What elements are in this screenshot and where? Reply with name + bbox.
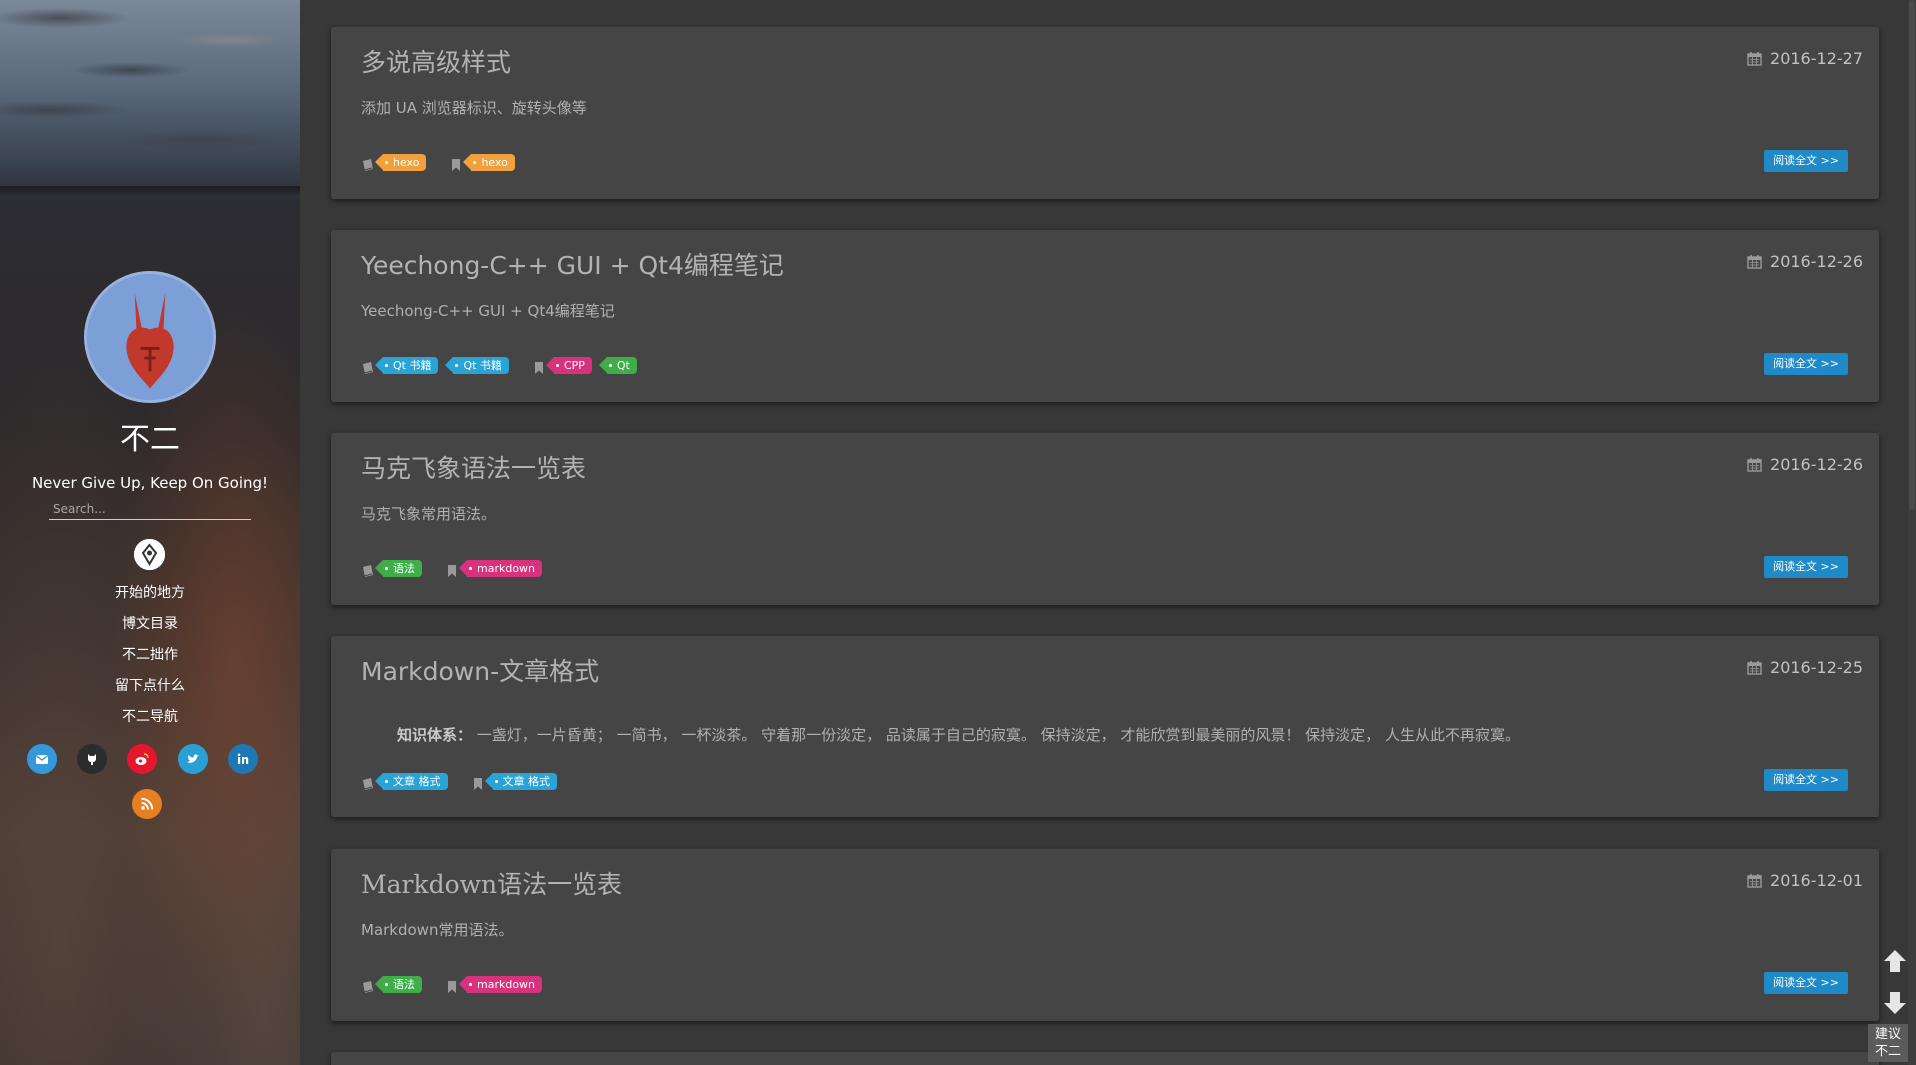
post-date-text: 2016-12-25 bbox=[1770, 658, 1863, 677]
mail-icon[interactable] bbox=[27, 744, 57, 774]
post-title[interactable]: Yeechong-C++ GUI + Qt4编程笔记 bbox=[361, 246, 784, 282]
scrollbar-thumb[interactable] bbox=[1909, 0, 1915, 510]
tag-label[interactable]: markdown bbox=[458, 559, 543, 577]
post-list: 多说高级样式 2016-12-27 添加 UA 浏览器标识、旋转头像等 hexo… bbox=[300, 0, 1916, 1065]
post-date-text: 2016-12-26 bbox=[1770, 252, 1863, 271]
github-icon[interactable] bbox=[77, 744, 107, 774]
scroll-bottom-icon[interactable] bbox=[1880, 988, 1910, 1018]
category-tag[interactable]: Qt 书籍 bbox=[445, 356, 509, 374]
tag-label[interactable]: 文章 格式 bbox=[484, 772, 557, 790]
post-excerpt: 添加 UA 浏览器标识、旋转头像等 bbox=[361, 99, 587, 117]
scroll-top-icon[interactable] bbox=[1880, 946, 1910, 976]
sidebar: 不二 Never Give Up, Keep On Going! 开始的地方 博… bbox=[0, 0, 300, 1065]
calendar-icon bbox=[1747, 52, 1762, 66]
bookmark-icon bbox=[452, 159, 461, 171]
post-title[interactable]: Markdown-文章格式 bbox=[361, 652, 599, 688]
post-date: 2016-12-27 bbox=[1747, 49, 1863, 68]
calendar-icon bbox=[1747, 874, 1762, 888]
book-icon bbox=[363, 362, 373, 374]
post-excerpt: 知识体系： 一盏灯，一片昏黄； 一简书， 一杯淡茶。 守着那一份淡定， 品读属于… bbox=[397, 724, 1520, 745]
post-meta: 文章 格式 文章 格式 bbox=[361, 771, 564, 791]
nav-menu: 开始的地方 博文目录 不二拙作 留下点什么 不二导航 bbox=[0, 582, 300, 737]
category-tag[interactable]: hexo bbox=[374, 153, 427, 171]
post-card: Markdown语法一览表 2016-12-01 Markdown常用语法。 语… bbox=[331, 849, 1879, 1021]
calendar-icon bbox=[1747, 255, 1762, 269]
search-input[interactable] bbox=[49, 498, 251, 520]
post-card: Yeechong-C++ GUI + Qt4编程笔记 2016-12-26 Ye… bbox=[331, 230, 1879, 402]
feedback-label-line2: 不二 bbox=[1874, 1044, 1901, 1059]
category-tag[interactable]: 文章 格式 bbox=[375, 772, 448, 790]
book-icon bbox=[363, 565, 373, 577]
feedback-button[interactable]: 建议 不二 bbox=[1868, 1024, 1908, 1062]
nav-item-navigation[interactable]: 不二导航 bbox=[0, 706, 300, 737]
twitter-icon[interactable] bbox=[178, 744, 208, 774]
linkedin-icon[interactable] bbox=[228, 744, 258, 774]
post-meta: 语法 markdown bbox=[361, 558, 549, 578]
rss-icon[interactable] bbox=[132, 789, 162, 819]
avatar[interactable] bbox=[84, 271, 216, 403]
social-links bbox=[0, 744, 300, 776]
post-title-text: Markdown-文章格式 bbox=[361, 657, 600, 686]
read-more-button[interactable]: 阅读全文 >> bbox=[1764, 353, 1848, 375]
calendar-icon bbox=[1747, 661, 1762, 675]
post-date: 2016-12-26 bbox=[1747, 455, 1863, 474]
post-title[interactable]: 多说高级样式 bbox=[361, 43, 511, 79]
post-meta: Qt 书籍 Qt 书籍 CPP Qt bbox=[361, 355, 644, 375]
book-icon bbox=[363, 159, 373, 171]
read-more-button[interactable]: 阅读全文 >> bbox=[1764, 769, 1848, 791]
post-excerpt: Markdown常用语法。 bbox=[361, 921, 514, 939]
post-date-text: 2016-12-26 bbox=[1770, 455, 1863, 474]
post-date-text: 2016-12-27 bbox=[1770, 49, 1863, 68]
post-excerpt: Yeechong-C++ GUI + Qt4编程笔记 bbox=[361, 302, 615, 320]
background-sky bbox=[0, 0, 300, 190]
calendar-icon bbox=[1747, 458, 1762, 472]
post-date-text: 2016-12-01 bbox=[1770, 871, 1863, 890]
tag-label[interactable]: Qt bbox=[598, 356, 637, 374]
bookmark-icon bbox=[448, 981, 456, 993]
post-excerpt-label: 知识体系： bbox=[397, 726, 473, 744]
read-more-button[interactable]: 阅读全文 >> bbox=[1764, 972, 1848, 994]
category-tag[interactable]: 语法 bbox=[375, 559, 422, 577]
bookmark-icon bbox=[473, 778, 482, 790]
read-more-button[interactable]: 阅读全文 >> bbox=[1764, 150, 1848, 172]
post-card: Markdown-文章格式 2016-12-25 知识体系： 一盏灯，一片昏黄；… bbox=[331, 636, 1879, 817]
post-meta: 语法 markdown bbox=[361, 974, 549, 994]
post-date: 2016-12-25 bbox=[1747, 658, 1863, 677]
post-title[interactable]: Markdown语法一览表 bbox=[361, 865, 622, 901]
avatar-image bbox=[87, 274, 213, 400]
tag-label[interactable]: markdown bbox=[458, 975, 543, 993]
scrollbar[interactable] bbox=[1908, 0, 1916, 1065]
post-meta: hexo hexo bbox=[361, 152, 522, 172]
post-date: 2016-12-01 bbox=[1747, 871, 1863, 890]
nav-item-works[interactable]: 不二拙作 bbox=[0, 644, 300, 675]
nav-item-archives[interactable]: 博文目录 bbox=[0, 613, 300, 644]
background-horizon bbox=[0, 186, 300, 196]
book-icon bbox=[363, 778, 373, 790]
post-card: 多说高级样式 2016-12-27 添加 UA 浏览器标识、旋转头像等 hexo… bbox=[331, 27, 1879, 199]
category-tag[interactable]: Qt 书籍 bbox=[374, 356, 439, 374]
post-title[interactable]: 马克飞象语法一览表 bbox=[361, 449, 586, 485]
post-excerpt: 马克飞象常用语法。 bbox=[361, 505, 497, 523]
post-card: 马克飞象语法一览表 2016-12-26 马克飞象常用语法。 语法 markdo… bbox=[331, 433, 1879, 605]
tag-label[interactable]: hexo bbox=[463, 153, 515, 171]
feedback-label-line1: 建议 bbox=[1874, 1027, 1901, 1042]
post-date: 2016-12-26 bbox=[1747, 252, 1863, 271]
site-motto: Never Give Up, Keep On Going! bbox=[31, 474, 269, 492]
nav-item-home[interactable]: 开始的地方 bbox=[0, 582, 300, 613]
weibo-icon[interactable] bbox=[127, 744, 157, 774]
book-icon bbox=[363, 981, 373, 993]
post-card-partial bbox=[331, 1052, 1879, 1065]
category-tag[interactable]: 语法 bbox=[375, 975, 422, 993]
bookmark-icon bbox=[534, 362, 543, 374]
tag-label[interactable]: CPP bbox=[545, 356, 592, 374]
site-name[interactable]: 不二 bbox=[0, 414, 300, 458]
nav-logo-icon[interactable] bbox=[134, 539, 165, 570]
nav-item-guestbook[interactable]: 留下点什么 bbox=[0, 675, 300, 706]
post-excerpt-text: 一盏灯，一片昏黄； 一简书， 一杯淡茶。 守着那一份淡定， 品读属于自己的寂寞。… bbox=[476, 726, 1520, 744]
bookmark-icon bbox=[448, 565, 456, 577]
read-more-button[interactable]: 阅读全文 >> bbox=[1764, 556, 1848, 578]
